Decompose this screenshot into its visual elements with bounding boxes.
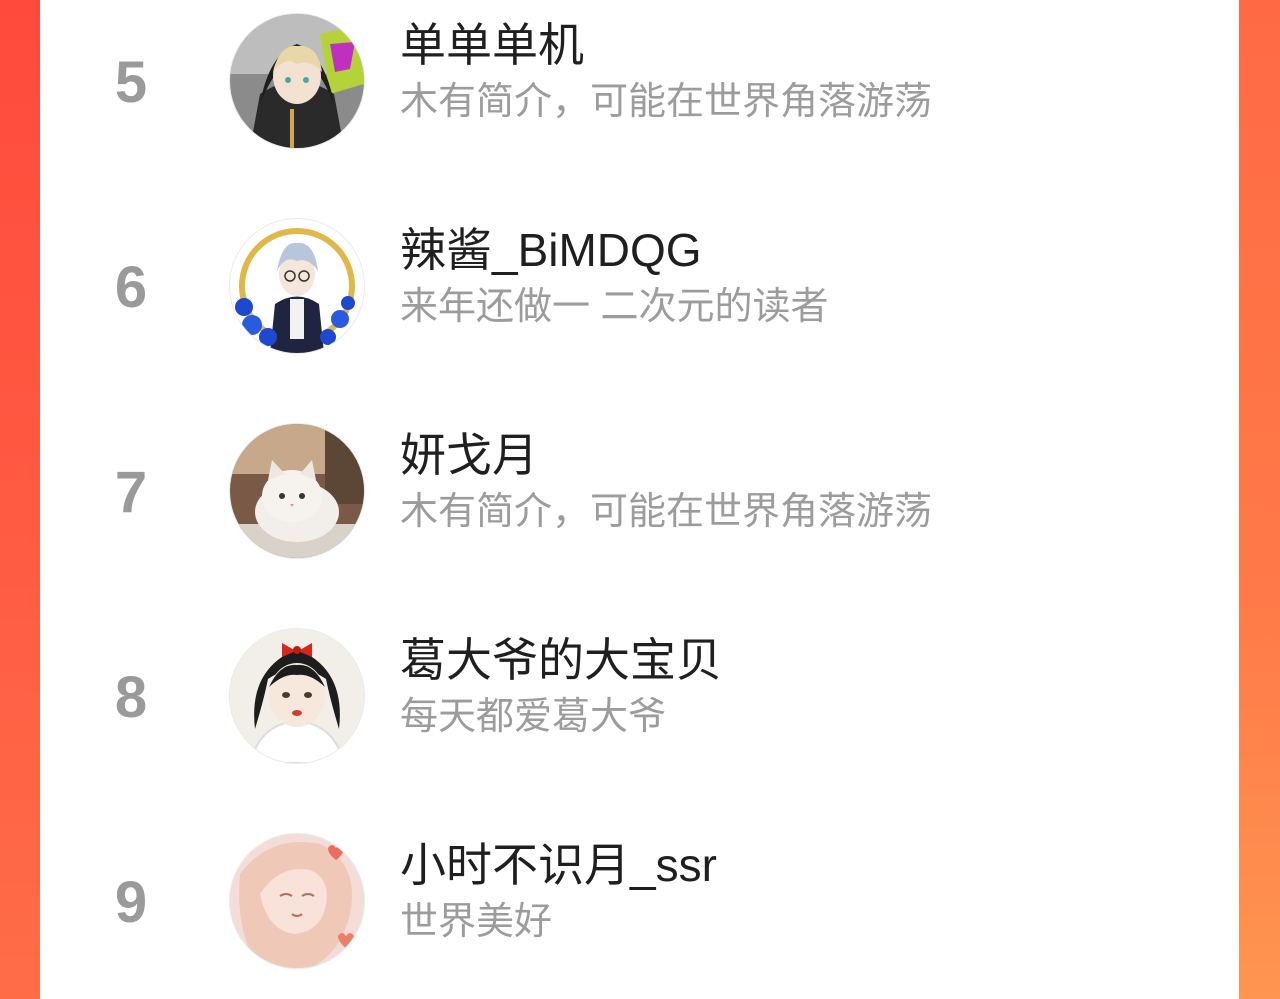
pink-girl-avatar-icon (230, 834, 364, 968)
list-item[interactable]: 8 葛大爷的大宝贝 每天都爱葛大爷 (40, 615, 1239, 820)
user-bio: 每天都爱葛大爷 (400, 696, 667, 738)
avatar[interactable] (230, 629, 364, 763)
rank-number: 9 (114, 870, 148, 935)
user-name[interactable]: 小时不识月_ssr (400, 842, 717, 888)
ranking-list[interactable]: 5 单单单机 木有简介，可能在世界角落游荡 6 辣酱_BiMDQG 来年还做一 … (40, 0, 1239, 999)
list-item[interactable]: 5 单单单机 木有简介，可能在世界角落游荡 (40, 0, 1239, 205)
user-name[interactable]: 葛大爷的大宝贝 (400, 637, 722, 683)
user-name[interactable]: 辣酱_BiMDQG (400, 227, 702, 273)
user-bio: 世界美好 (400, 901, 553, 943)
left-accent-bar (0, 0, 40, 999)
list-item[interactable]: 9 小时不识月_ssr 世界美好 (40, 820, 1239, 999)
avatar[interactable] (230, 424, 364, 558)
list-item[interactable]: 7 妍戈月 木有简介，可能在世界角落游荡 (40, 410, 1239, 615)
user-name[interactable]: 妍戈月 (400, 432, 538, 478)
user-bio: 木有简介，可能在世界角落游荡 (400, 81, 933, 123)
anime-boy-roses-avatar-icon (230, 219, 364, 353)
avatar[interactable] (230, 14, 364, 148)
right-accent-bar (1239, 0, 1280, 999)
snow-white-avatar-icon (230, 629, 364, 763)
avatar[interactable] (230, 834, 364, 968)
rank-number: 7 (114, 460, 148, 525)
avatar[interactable] (230, 219, 364, 353)
rank-number: 6 (114, 255, 148, 320)
user-name[interactable]: 单单单机 (400, 22, 584, 68)
white-cat-avatar-icon (230, 424, 364, 558)
user-bio: 木有简介，可能在世界角落游荡 (400, 491, 933, 533)
user-bio: 来年还做一 二次元的读者 (400, 286, 829, 328)
rank-number: 5 (114, 50, 148, 115)
rank-number: 8 (114, 665, 148, 730)
list-item[interactable]: 6 辣酱_BiMDQG 来年还做一 二次元的读者 (40, 205, 1239, 410)
anime-boy-hood-avatar-icon (230, 14, 364, 148)
